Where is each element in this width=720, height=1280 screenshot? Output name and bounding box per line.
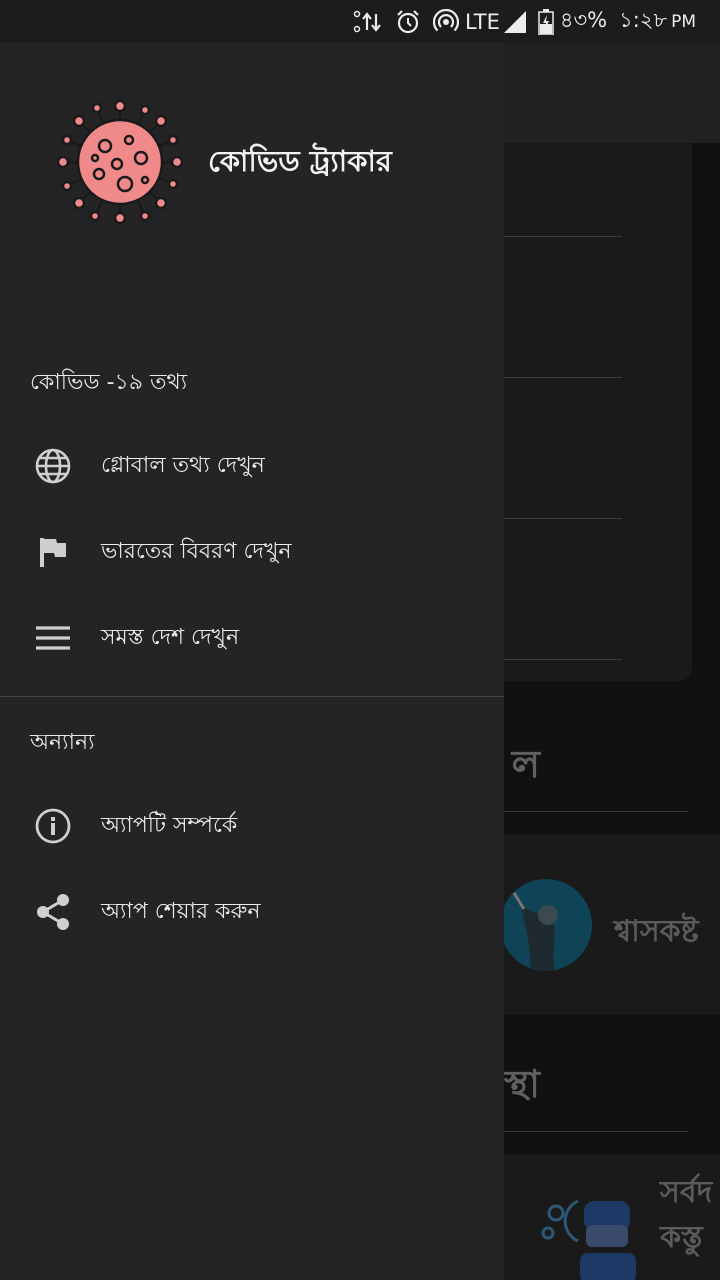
menu-item-label: অ্যাপ শেয়ার করুন bbox=[101, 898, 261, 924]
menu-item-label: ভারতের বিবরণ দেখুন bbox=[101, 538, 292, 564]
battery-icon bbox=[538, 8, 554, 35]
prevention-label-line1: সর্বদ bbox=[660, 1175, 713, 1210]
section-title-covid-info: কোভিড -১৯ তথ্য bbox=[30, 370, 188, 395]
clock: ১:২৮ PM bbox=[619, 4, 696, 39]
menu-item-share-app[interactable]: অ্যাপ শেয়ার করুন bbox=[0, 872, 504, 952]
prevention-label-line2: কস্তু bbox=[660, 1220, 703, 1255]
mask-illustration bbox=[540, 1193, 640, 1280]
menu-item-global-data[interactable]: গ্লোবাল তথ্য দেখুন bbox=[0, 426, 504, 506]
clock-ampm: PM bbox=[671, 11, 696, 32]
menu-item-about-app[interactable]: অ্যাপটি সম্পর্কে bbox=[0, 786, 504, 866]
battery-level: ৪৩% bbox=[559, 8, 608, 32]
menu-item-india-details[interactable]: ভারতের বিবরণ দেখুন bbox=[0, 512, 504, 592]
menu-item-all-countries[interactable]: সমস্ত দেশ দেখুন bbox=[0, 598, 504, 678]
alarm-icon bbox=[395, 9, 421, 35]
info-icon bbox=[33, 806, 73, 846]
share-icon bbox=[33, 892, 73, 932]
menu-item-label: অ্যাপটি সম্পর্কে bbox=[101, 812, 238, 838]
symptom-label: শ্বাসকষ্ট bbox=[614, 914, 699, 949]
globe-icon bbox=[33, 446, 73, 486]
breathing-illustration bbox=[500, 879, 592, 971]
clock-time: ১:২৮ bbox=[619, 8, 668, 32]
section-title-others: অন্যান্য bbox=[30, 730, 95, 755]
signal-icon bbox=[503, 10, 526, 33]
hotspot-icon bbox=[432, 8, 459, 35]
drawer-divider bbox=[0, 696, 504, 697]
virus-logo-icon bbox=[55, 99, 185, 225]
app-title: কোভিড ট্র্যাকার bbox=[208, 144, 392, 178]
flag-icon bbox=[33, 532, 73, 572]
data-transfer-icon bbox=[353, 10, 383, 34]
status-bar: LTE ৪৩% ১:২৮ PM bbox=[0, 0, 720, 43]
menu-item-label: গ্লোবাল তথ্য দেখুন bbox=[101, 452, 265, 478]
navigation-drawer: কোভিড ট্র্যাকার কোভিড -১৯ তথ্য গ্লোবাল ত… bbox=[0, 43, 504, 1280]
network-type: LTE bbox=[464, 9, 500, 34]
menu-icon bbox=[33, 618, 73, 658]
menu-item-label: সমস্ত দেশ দেখুন bbox=[101, 624, 240, 650]
